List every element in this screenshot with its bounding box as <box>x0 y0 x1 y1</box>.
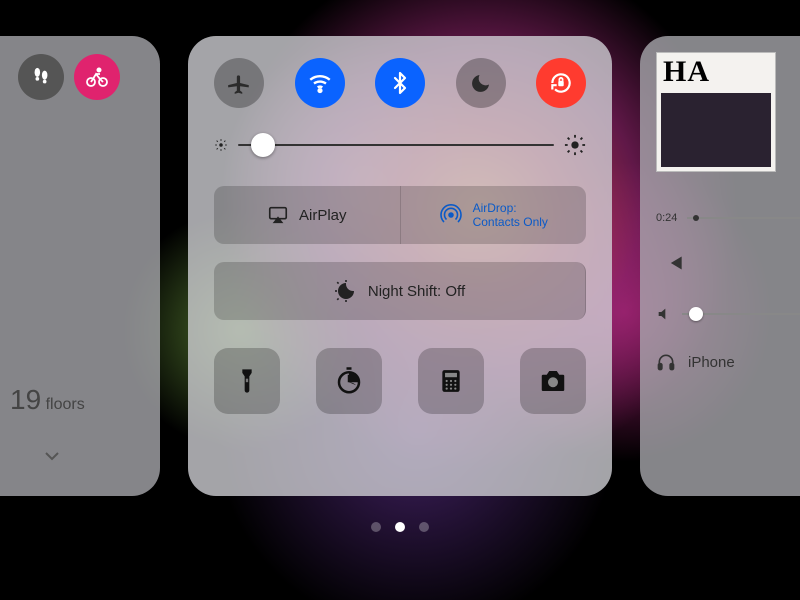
brightness-high-icon <box>564 134 586 156</box>
page-indicator[interactable] <box>371 522 429 532</box>
night-shift-label: Night Shift: Off <box>368 283 465 300</box>
floors-value: 19 <box>10 384 41 415</box>
airdrop-label-line2: Contacts Only <box>473 215 548 229</box>
timer-button[interactable] <box>316 348 382 414</box>
control-center-panel: AirPlay AirDrop: Contacts Only Night Shi… <box>188 36 612 496</box>
floors-unit: floors <box>46 396 85 413</box>
elapsed-time: 0:24 <box>656 212 677 224</box>
airdrop-label-line1: AirDrop: <box>473 201 548 215</box>
calculator-button[interactable] <box>418 348 484 414</box>
prev-track-button[interactable] <box>660 250 686 276</box>
floors-readout: 19 floors <box>10 384 85 416</box>
activity-steps-icon[interactable] <box>18 54 64 100</box>
airplane-toggle[interactable] <box>214 58 264 108</box>
brightness-slider[interactable] <box>214 134 586 156</box>
airplay-icon <box>267 204 289 226</box>
progress-track[interactable] <box>687 217 800 219</box>
brightness-thumb[interactable] <box>251 133 275 157</box>
night-shift-button[interactable]: Night Shift: Off <box>214 262 586 320</box>
page-dot-1[interactable] <box>395 522 405 532</box>
music-panel: HA 0:24 iPhone <box>640 36 800 496</box>
page-dot-2[interactable] <box>419 522 429 532</box>
toggle-row <box>214 58 586 108</box>
album-art[interactable]: HA <box>656 52 776 172</box>
volume-slider[interactable] <box>656 306 800 322</box>
playback-progress[interactable]: 0:24 <box>656 212 800 224</box>
do-not-disturb-toggle[interactable] <box>456 58 506 108</box>
airplay-button[interactable]: AirPlay <box>214 186 401 244</box>
bluetooth-toggle[interactable] <box>375 58 425 108</box>
airplay-label: AirPlay <box>299 207 347 224</box>
airdrop-icon <box>439 203 463 227</box>
chevron-down-icon[interactable] <box>40 444 64 468</box>
wifi-toggle[interactable] <box>295 58 345 108</box>
camera-button[interactable] <box>520 348 586 414</box>
headphones-icon <box>656 352 676 372</box>
audio-device-row[interactable]: iPhone <box>656 352 800 372</box>
album-title: HA <box>657 53 775 91</box>
rotation-lock-toggle[interactable] <box>536 58 586 108</box>
audio-device-label: iPhone <box>688 354 735 371</box>
page-dot-0[interactable] <box>371 522 381 532</box>
flashlight-button[interactable] <box>214 348 280 414</box>
activity-cycling-icon[interactable] <box>74 54 120 100</box>
volume-low-icon <box>656 306 672 322</box>
activity-panel: 19 floors <box>0 36 160 496</box>
night-shift-icon <box>334 279 358 303</box>
progress-thumb[interactable] <box>693 215 699 221</box>
volume-track[interactable] <box>682 313 800 315</box>
airdrop-button[interactable]: AirDrop: Contacts Only <box>401 186 587 244</box>
brightness-track[interactable] <box>238 144 554 146</box>
volume-thumb[interactable] <box>689 307 703 321</box>
brightness-low-icon <box>214 138 228 152</box>
